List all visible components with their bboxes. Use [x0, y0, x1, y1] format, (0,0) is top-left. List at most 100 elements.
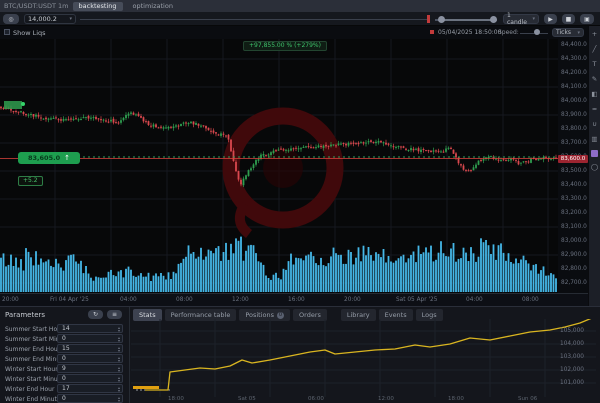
camera-button[interactable]: ◎	[3, 14, 19, 24]
speed-select[interactable]: Ticks ▾	[552, 28, 584, 37]
shapes-icon[interactable]: ◧	[590, 90, 599, 99]
param-stepper[interactable]: ▴ ▾	[118, 365, 120, 373]
entry-price-pill[interactable]: 83,605.0 ↑	[18, 152, 80, 164]
param-row: Summer End Minute 0 ▴ ▾	[0, 354, 130, 364]
price-tick: 84,200.0	[561, 70, 587, 76]
param-stepper[interactable]: ▴ ▾	[118, 395, 120, 403]
text-tool-icon[interactable]: T	[590, 60, 599, 69]
param-label: Winter Start Hour	[5, 365, 58, 373]
time-tick: 08:00	[176, 297, 193, 303]
replay-progress-marker[interactable]	[427, 15, 430, 23]
range-handle-right[interactable]	[490, 16, 497, 23]
chevron-down-icon: ▾	[577, 29, 580, 36]
equity-x-tick: 18:00	[168, 396, 184, 402]
candles-count-input[interactable]: 14,000.2 ▾	[24, 14, 76, 24]
param-label: Winter End Hour	[5, 385, 55, 393]
price-tick: 82,900.0	[561, 252, 587, 258]
batch-select[interactable]: 1 candle ▾	[503, 12, 539, 26]
tab-label: Performance table	[170, 311, 231, 319]
tab-label: Library	[346, 311, 370, 319]
stop-button[interactable]: ■	[562, 14, 575, 24]
step-button[interactable]: ▣	[580, 14, 594, 24]
param-label: Winter End Minute	[5, 395, 61, 403]
param-stepper[interactable]: ▴ ▾	[118, 375, 120, 383]
price-tick: 83,200.0	[561, 210, 587, 216]
param-input[interactable]: 17 ▴ ▾	[57, 384, 123, 393]
params-refresh-button[interactable]: ↻	[88, 310, 103, 319]
equity-y-tick: 103,000	[560, 354, 584, 360]
speed-handle[interactable]	[534, 29, 540, 35]
stop-icon: ■	[565, 15, 572, 23]
price-axis[interactable]: 84,400.0 84,300.0 84,200.0 84,100.0 84,000.0…	[558, 39, 588, 293]
equity-curve-canvas[interactable]	[131, 319, 600, 403]
param-stepper[interactable]: ▴ ▾	[118, 355, 120, 363]
replay-progress-track[interactable]	[80, 19, 427, 20]
tab-optimization[interactable]: optimization	[127, 2, 179, 11]
equity-x-tick: Sun 06	[518, 396, 538, 402]
symbol-label: BTC/USDT:USDT 1m	[4, 2, 69, 10]
wave-icon[interactable]: ≈	[590, 105, 599, 114]
params-menu-button[interactable]: ≡	[107, 310, 122, 319]
price-tick: 83,900.0	[561, 112, 587, 118]
main-price-chart[interactable]	[0, 39, 558, 293]
range-handle-left[interactable]	[438, 16, 445, 23]
play-button[interactable]: ▶	[544, 14, 557, 24]
param-row: Summer End Hour 15 ▴ ▾	[0, 344, 130, 354]
param-label: Summer Start Hour	[5, 325, 64, 333]
parameters-panel: Parameters ↻ ≡ Summer Start Hour 14 ▴ ▾ Summ…	[0, 307, 130, 403]
param-input[interactable]: 9 ▴ ▾	[57, 364, 123, 373]
speed-select-value: Ticks	[556, 29, 572, 36]
show-liqs-checkbox[interactable]	[4, 29, 10, 35]
price-tick: 83,800.0	[561, 126, 587, 132]
param-row: Winter Start Hour 9 ▴ ▾	[0, 364, 130, 374]
equity-x-tick: 18:00	[448, 396, 464, 402]
param-stepper[interactable]: ▴ ▾	[118, 335, 120, 343]
record-indicator-icon	[430, 30, 434, 34]
time-axis[interactable]: 20:00 Fri 04 Apr '25 04:00 08:00 12:00 16:00 2…	[0, 293, 588, 306]
menu-icon: ≡	[111, 311, 118, 318]
param-row: Winter End Minute 0 ▴ ▾	[0, 394, 130, 403]
grid-icon[interactable]: ▥	[590, 135, 599, 144]
time-tick: 20:00	[344, 297, 361, 303]
tab-label: Stats	[139, 311, 156, 319]
tab-backtesting[interactable]: backtesting	[72, 1, 123, 11]
price-tick: 83,400.0	[561, 182, 587, 188]
tab-label: Logs	[421, 311, 437, 319]
time-tick: 04:00	[466, 297, 483, 303]
pencil-icon[interactable]: ✎	[590, 75, 599, 84]
time-tick: 04:00	[120, 297, 137, 303]
time-tick: 08:00	[522, 297, 539, 303]
param-input[interactable]: 0 ▴ ▾	[57, 354, 123, 363]
color-swatch[interactable]	[591, 150, 598, 157]
time-tick: 20:00	[2, 297, 19, 303]
tab-label: Orders	[299, 311, 321, 319]
batch-select-value: 1 candle	[507, 12, 527, 26]
param-input[interactable]: 0 ▴ ▾	[57, 374, 123, 383]
trendline-icon[interactable]: ╱	[590, 45, 599, 54]
param-stepper[interactable]: ▴ ▾	[118, 345, 120, 353]
camera-icon: ◎	[8, 15, 14, 23]
equity-x-tick: Sat 05	[238, 396, 256, 402]
equity-y-tick: 105,000	[560, 328, 584, 334]
param-row: Winter Start Minute 0 ▴ ▾	[0, 374, 130, 384]
bottom-panel: Parameters ↻ ≡ Summer Start Hour 14 ▴ ▾ Summ…	[0, 306, 600, 403]
param-input[interactable]: 15 ▴ ▾	[57, 344, 123, 353]
time-tick: 16:00	[288, 297, 305, 303]
price-tick: 84,000.0	[561, 98, 587, 104]
price-tick: 83,100.0	[561, 224, 587, 230]
price-tick: 83,000.0	[561, 238, 587, 244]
param-row: Winter End Hour 17 ▴ ▾	[0, 384, 130, 394]
param-input[interactable]: 14 ▴ ▾	[57, 324, 123, 333]
param-label: Winter Start Minute	[5, 375, 64, 383]
replay-datetime: 05/04/2025 18:50:00	[438, 29, 502, 36]
crosshair-icon[interactable]: +	[590, 30, 599, 39]
param-stepper[interactable]: ▴ ▾	[118, 325, 120, 333]
magnet-icon[interactable]: ∪	[590, 120, 599, 129]
param-stepper[interactable]: ▴ ▾	[118, 385, 120, 393]
param-input[interactable]: 0 ▴ ▾	[57, 334, 123, 343]
visible-range-selection[interactable]	[441, 19, 494, 21]
circle-tool-icon[interactable]: ◯	[590, 163, 599, 172]
results-panel: Stats Performance table Positions 0 Orders Li…	[131, 307, 600, 403]
pnl-sub-badge: +5.2	[18, 176, 43, 186]
param-input[interactable]: 0 ▴ ▾	[57, 394, 123, 403]
